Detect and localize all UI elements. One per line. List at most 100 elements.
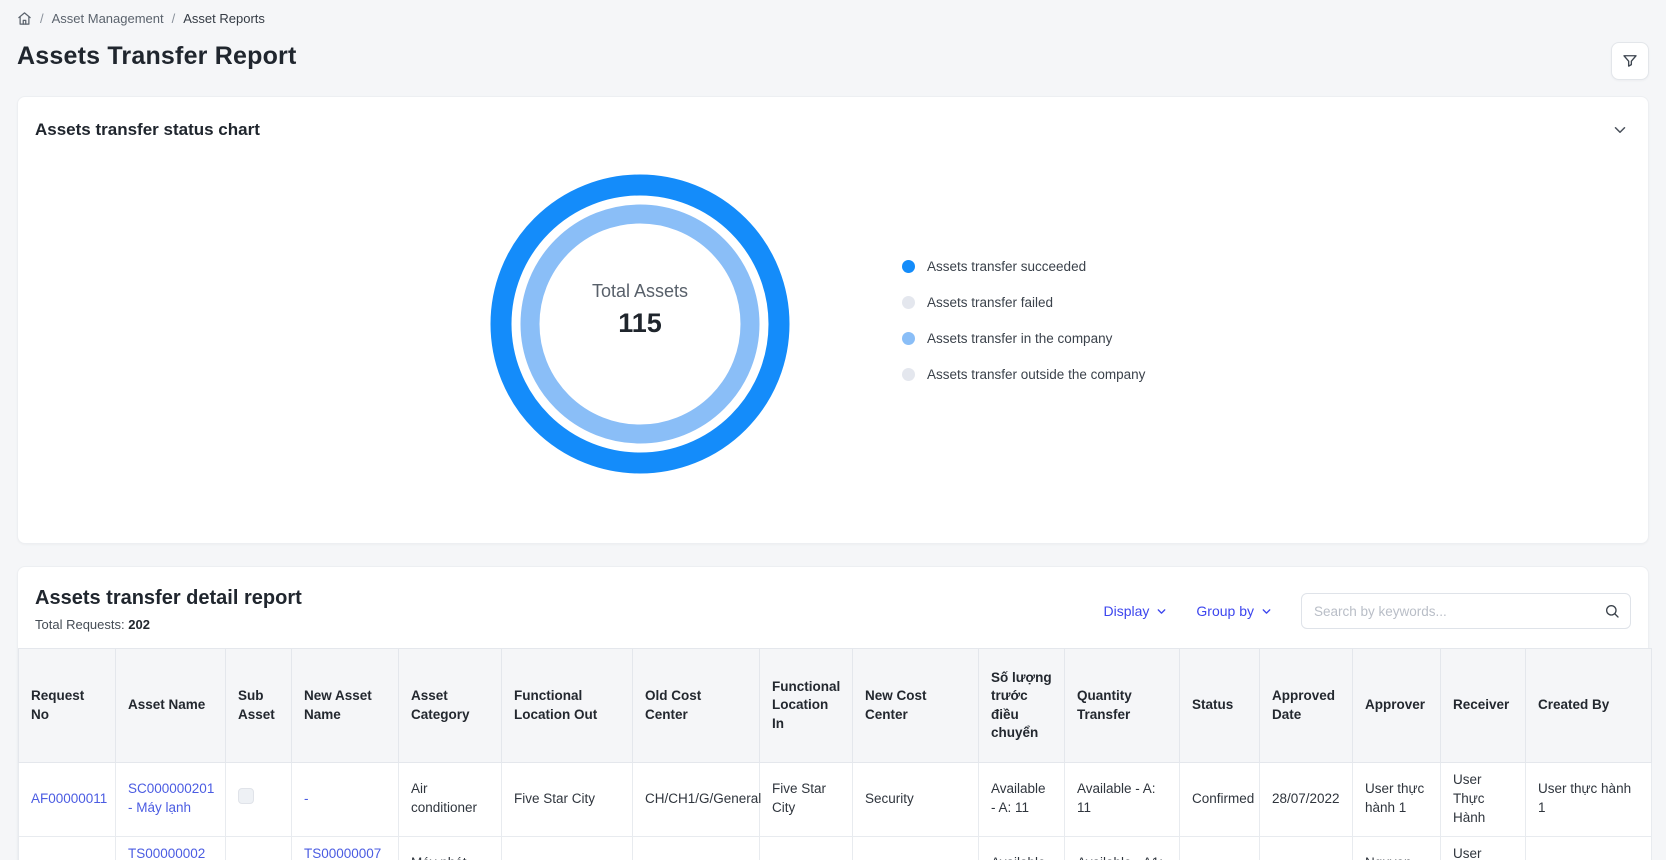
group-by-dropdown[interactable]: Group by	[1196, 603, 1273, 619]
chart-body: Total Assets 115 Assets transfer succeed…	[35, 141, 1631, 474]
home-icon[interactable]	[17, 11, 32, 26]
chevron-down-icon	[1155, 605, 1168, 618]
table-row: AF00000016 TS00000002 - HaoTest3008 TS0000…	[19, 836, 1652, 860]
total-requests-value: 202	[128, 617, 150, 632]
column-header-approved_date: Approved Date	[1260, 649, 1353, 763]
chart-legend: Assets transfer succeeded Assets transfer…	[902, 259, 1145, 382]
legend-dot-icon	[902, 332, 915, 345]
donut-center-label: Total Assets	[592, 281, 688, 302]
legend-item-label: Assets transfer succeeded	[927, 259, 1086, 274]
cell-status: Confirmed	[1180, 836, 1260, 860]
cell-request_no: AF00000016	[19, 836, 116, 860]
collapse-chevron-down-icon[interactable]	[1609, 119, 1631, 141]
breadcrumb-separator: /	[40, 11, 44, 26]
breadcrumb-separator: /	[172, 11, 176, 26]
legend-dot-icon	[902, 368, 915, 381]
column-header-receiver: Receiver	[1441, 649, 1526, 763]
cell-asset_name: TS00000002 - HaoTest3008	[116, 836, 226, 860]
cell-receiver: User Thực Hành	[1441, 763, 1526, 837]
request_no-link[interactable]: AF00000011	[31, 791, 107, 806]
cell-asset_category: Máy phát điện	[399, 836, 502, 860]
assets-transfer-status-chart-card: Assets transfer status chart Total Asset…	[17, 96, 1649, 544]
column-header-old_cost_center: Old Cost Center	[633, 649, 760, 763]
assets-transfer-detail-report-card: Assets transfer detail report Total Requ…	[17, 566, 1649, 860]
cell-asset_name: SC000000201 - Máy lạnh	[116, 763, 226, 837]
legend-item-label: Assets transfer in the company	[927, 331, 1112, 346]
chevron-down-icon	[1260, 605, 1273, 618]
filter-button[interactable]	[1611, 42, 1649, 80]
cell-qty_transfer: Available - A: 11	[1065, 763, 1180, 837]
chart-card-header: Assets transfer status chart	[35, 119, 1631, 141]
table-row: AF00000011 SC000000201 - Máy lạnh - Air con…	[19, 763, 1652, 837]
donut-center: Total Assets 115	[490, 160, 790, 460]
cell-sub_asset	[226, 836, 292, 860]
display-dropdown[interactable]: Display	[1104, 603, 1169, 619]
column-header-qty_before: Số lượng trước điều chuyển	[979, 649, 1065, 763]
detail-report-title: Assets transfer detail report	[35, 587, 302, 610]
legend-item-1[interactable]: Assets transfer failed	[902, 295, 1145, 310]
cell-old_cost_center: CH/CH1/G/General	[633, 763, 760, 837]
asset_name-link[interactable]: TS00000002 - HaoTest3008	[128, 846, 208, 860]
cell-approved_date: 28/07/2022	[1260, 763, 1353, 837]
cell-asset_category: Air conditioner	[399, 763, 502, 837]
cell-approved_date: 08/09/2023	[1260, 836, 1353, 860]
detail-table-wrap: Request NoAsset NameSub AssetNew Asset N…	[18, 648, 1648, 860]
cell-new_cost_center: Security	[853, 763, 979, 837]
cell-status: Confirmed	[1180, 763, 1260, 837]
cell-receiver: User Thực Hành	[1441, 836, 1526, 860]
detail-title-block: Assets transfer detail report Total Requ…	[35, 587, 302, 632]
cell-qty_transfer: Available - A1: 1	[1065, 836, 1180, 860]
breadcrumb-item-asset-management[interactable]: Asset Management	[52, 11, 164, 26]
legend-item-0[interactable]: Assets transfer succeeded	[902, 259, 1145, 274]
search-icon[interactable]	[1604, 603, 1620, 619]
donut-chart: Total Assets 115	[490, 174, 790, 474]
breadcrumb-item-asset-reports[interactable]: Asset Reports	[183, 11, 265, 26]
legend-item-label: Assets transfer failed	[927, 295, 1053, 310]
display-dropdown-label: Display	[1104, 603, 1150, 619]
detail-header: Assets transfer detail report Total Requ…	[18, 587, 1648, 632]
column-header-status: Status	[1180, 649, 1260, 763]
cell-new_asset_name: TS00000007 - HaoTest3008	[292, 836, 399, 860]
cell-qty_before: Available - A: 11	[979, 763, 1065, 837]
search-input[interactable]	[1314, 604, 1604, 619]
assets-transfer-detail-table: Request NoAsset NameSub AssetNew Asset N…	[18, 648, 1652, 860]
column-header-func_loc_in: Functional Location In	[760, 649, 853, 763]
cell-func_loc_in: Green City	[760, 836, 853, 860]
assets-transfer-report-page: / Asset Management / Asset Reports Asset…	[0, 0, 1666, 860]
new_asset_name-link[interactable]: -	[304, 791, 309, 806]
legend-item-3[interactable]: Assets transfer outside the company	[902, 367, 1145, 382]
cell-func_loc_out: Five Star City	[502, 836, 633, 860]
column-header-created_by: Created By	[1526, 649, 1652, 763]
total-requests-label: Total Requests:	[35, 617, 125, 632]
cell-request_no: AF00000011	[19, 763, 116, 837]
asset_name-link[interactable]: SC000000201 - Máy lạnh	[128, 781, 214, 815]
page-header: Assets Transfer Report	[17, 42, 1649, 80]
column-header-approver: Approver	[1353, 649, 1441, 763]
breadcrumb: / Asset Management / Asset Reports	[17, 8, 1649, 28]
donut-center-value: 115	[618, 308, 662, 339]
group-by-dropdown-label: Group by	[1196, 603, 1254, 619]
cell-new_cost_center: CH/CH1/G/Banquet	[853, 836, 979, 860]
legend-item-label: Assets transfer outside the company	[927, 367, 1145, 382]
legend-item-2[interactable]: Assets transfer in the company	[902, 331, 1145, 346]
cell-created_by: User Thực Hành	[1526, 836, 1652, 860]
search-box	[1301, 593, 1631, 629]
column-header-func_loc_out: Functional Location Out	[502, 649, 633, 763]
column-header-new_cost_center: New Cost Center	[853, 649, 979, 763]
cell-new_asset_name: -	[292, 763, 399, 837]
column-header-sub_asset: Sub Asset	[226, 649, 292, 763]
funnel-icon	[1621, 52, 1639, 70]
cell-approver: User thực hành 1	[1353, 763, 1441, 837]
legend-dot-icon	[902, 296, 915, 309]
page-title: Assets Transfer Report	[17, 42, 297, 71]
new_asset_name-link[interactable]: TS00000007 - HaoTest3008	[304, 846, 384, 860]
sub-asset-checkbox[interactable]	[238, 788, 254, 804]
detail-controls: Display Group by	[1104, 593, 1632, 629]
column-header-qty_transfer: Quantity Transfer	[1065, 649, 1180, 763]
cell-func_loc_in: Five Star City	[760, 763, 853, 837]
cell-qty_before: Available - A1: 10	[979, 836, 1065, 860]
column-header-request_no: Request No	[19, 649, 116, 763]
column-header-asset_name: Asset Name	[116, 649, 226, 763]
chart-card-title: Assets transfer status chart	[35, 120, 260, 140]
table-header-row: Request NoAsset NameSub AssetNew Asset N…	[19, 649, 1652, 763]
